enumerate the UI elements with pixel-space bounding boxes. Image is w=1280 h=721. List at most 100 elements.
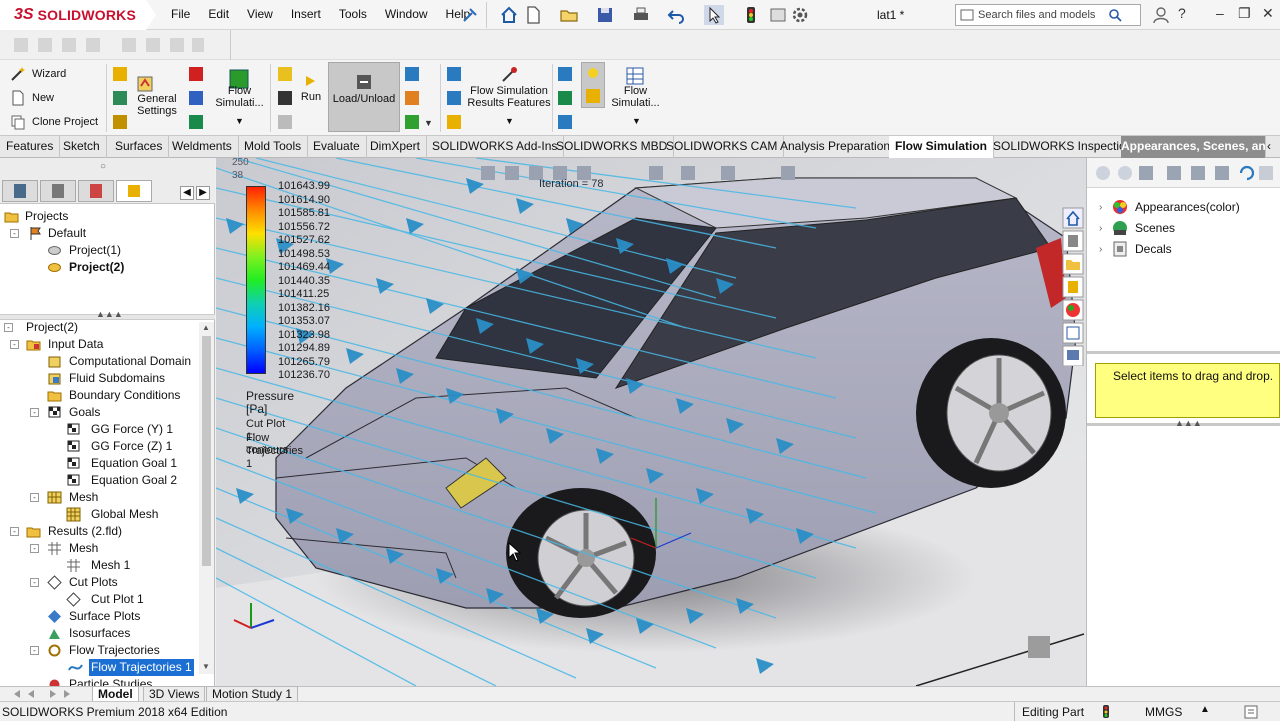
tab-weldments[interactable]: Weldments <box>166 136 239 158</box>
search-box[interactable]: Search files and models <box>955 4 1141 26</box>
menu-file[interactable]: File <box>162 7 199 21</box>
expand-chevron-icon[interactable]: › <box>1099 202 1111 213</box>
clone-project-button[interactable]: Clone Project <box>10 114 98 130</box>
load-unload-button[interactable]: Load/Unload <box>328 62 400 132</box>
dropdown-chevron-icon[interactable]: ▼ <box>235 116 244 126</box>
new-project-button[interactable]: New <box>10 90 54 106</box>
tree-results-mesh[interactable]: - Mesh <box>0 540 198 557</box>
results-tools-icon[interactable]: ▼ <box>404 66 438 132</box>
rebuild-status-icon[interactable] <box>1100 704 1112 719</box>
graphics-viewport[interactable]: 250 38 101643.99 101614.90 101585.81 101556… <box>216 158 1086 686</box>
table-icon[interactable] <box>625 66 645 86</box>
drag-drop-area[interactable]: Select items to drag and drop. <box>1095 363 1280 418</box>
solve-tools-icon[interactable] <box>277 66 293 132</box>
traffic-light-icon[interactable] <box>741 5 761 25</box>
tree-scenes[interactable]: › Scenes <box>1099 219 1175 237</box>
collapse-toggle-icon[interactable]: - <box>4 323 13 332</box>
tree-particle-studies[interactable]: Particle Studies <box>0 676 198 686</box>
collapse-toggle-icon[interactable]: - <box>10 340 19 349</box>
tab-model[interactable]: Model <box>92 686 139 702</box>
tree-decals[interactable]: › Decals <box>1099 240 1172 258</box>
tree-results[interactable]: - Results (2.fld) <box>0 523 198 540</box>
tree-goal-3[interactable]: Equation Goal 1 <box>0 455 198 472</box>
panel-expand-icon[interactable]: ○ <box>100 161 106 172</box>
tree-flow-trajectories-1[interactable]: Flow Trajectories 1 <box>0 659 198 676</box>
tree-computational-domain[interactable]: Computational Domain <box>0 353 198 370</box>
user-icon[interactable] <box>1151 5 1171 25</box>
tab-evaluate[interactable]: Evaluate <box>307 136 367 158</box>
collapse-toggle-icon[interactable]: - <box>10 229 19 238</box>
pane-splitter-lower[interactable]: ▲▲▲ <box>1087 418 1280 428</box>
tree-input-data[interactable]: - Input Data <box>0 336 198 353</box>
expand-chevron-icon[interactable]: › <box>1099 223 1111 234</box>
tree-project2-root[interactable]: - Project(2) <box>0 319 198 336</box>
tab-sketch[interactable]: Sketch <box>57 136 107 158</box>
tree-appearances[interactable]: › Appearances(color) <box>1099 198 1240 216</box>
featuremanager-tab[interactable] <box>2 180 38 202</box>
new-document-icon[interactable] <box>523 5 543 25</box>
collapse-toggle-icon[interactable]: - <box>30 544 39 553</box>
wizard-button[interactable]: Wizard <box>10 66 66 82</box>
tree-boundary-conditions[interactable]: Boundary Conditions <box>0 387 198 404</box>
rotate-handle-icon[interactable] <box>1028 636 1050 658</box>
collapse-toggle-icon[interactable]: - <box>30 646 39 655</box>
tree-project1[interactable]: Project(1) <box>0 242 200 259</box>
tab-mold-tools[interactable]: Mold Tools <box>238 136 309 158</box>
run-play-icon[interactable] <box>303 74 317 88</box>
tree-goals[interactable]: - Goals <box>0 404 198 421</box>
collapse-toggle-icon[interactable]: - <box>30 578 39 587</box>
tree-cut-plot-1[interactable]: Cut Plot 1 <box>0 591 198 608</box>
menu-tools[interactable]: Tools <box>330 7 376 21</box>
tab-dimxpert[interactable]: DimXpert <box>364 136 428 158</box>
scrollbar-thumb[interactable] <box>202 336 211 566</box>
minimize-icon[interactable]: – <box>1216 5 1224 21</box>
pane-splitter[interactable] <box>1087 351 1280 356</box>
save-icon[interactable] <box>595 5 615 25</box>
tree-flow-trajectories[interactable]: - Flow Trajectories <box>0 642 198 659</box>
propertymanager-tab[interactable] <box>40 180 76 202</box>
units-dropdown-icon[interactable]: ▲ <box>1200 704 1210 715</box>
appearance-toolbar-icon[interactable] <box>1095 164 1275 182</box>
display-tools-icon[interactable] <box>557 66 573 132</box>
tree-goal-1[interactable]: GG Force (Y) 1 <box>0 421 198 438</box>
close-icon[interactable]: ✕ <box>1262 5 1274 22</box>
tree-global-mesh[interactable]: Global Mesh <box>0 506 198 523</box>
tree-project2[interactable]: Project(2) <box>0 259 200 276</box>
help-icon[interactable]: ? <box>1178 5 1186 21</box>
results-feature-icon[interactable] <box>500 66 518 84</box>
collapse-toggle-icon[interactable]: - <box>30 493 39 502</box>
pin-icon[interactable] <box>460 5 480 25</box>
tree-goal-2[interactable]: GG Force (Z) 1 <box>0 438 198 455</box>
tab-solidworks-mbd[interactable]: SOLIDWORKS MBD <box>550 136 675 158</box>
print-icon[interactable] <box>631 5 651 25</box>
general-settings-button[interactable] <box>135 74 155 94</box>
options-gear-icon[interactable] <box>790 5 810 25</box>
tab-features[interactable]: Features <box>0 136 61 158</box>
restore-icon[interactable]: ❐ <box>1238 5 1251 22</box>
tabs-scroll-chevron-icon[interactable]: ‹ <box>1267 139 1271 153</box>
select-pointer-icon[interactable] <box>704 5 724 25</box>
tab-appearances-scenes[interactable]: Appearances, Scenes, and De... <box>1121 136 1266 158</box>
expand-chevron-icon[interactable]: › <box>1099 244 1111 255</box>
configuration-tab[interactable] <box>78 180 114 202</box>
tree-default[interactable]: - Default <box>0 225 200 242</box>
open-folder-icon[interactable] <box>559 5 579 25</box>
scroll-up-icon[interactable]: ▲ <box>202 323 210 332</box>
tree-cut-plots[interactable]: - Cut Plots <box>0 574 198 591</box>
tree-projects[interactable]: Projects <box>0 208 200 225</box>
panel-next-arrow-icon[interactable]: ▶ <box>196 186 210 200</box>
scroll-down-icon[interactable]: ▼ <box>202 662 210 671</box>
input-tools-icon[interactable] <box>188 66 204 132</box>
tab-analysis-preparation[interactable]: Analysis Preparation <box>774 136 898 158</box>
menu-view[interactable]: View <box>238 7 282 21</box>
toggle-display-button[interactable] <box>581 62 605 108</box>
quick-tips-icon[interactable] <box>1244 705 1258 719</box>
home-icon[interactable] <box>499 5 519 25</box>
flow-analysis-tab[interactable] <box>116 180 152 202</box>
undo-icon[interactable] <box>667 5 687 25</box>
tab-3d-views[interactable]: 3D Views <box>143 686 206 702</box>
tab-solidworks-inspection[interactable]: SOLIDWORKS Inspection <box>987 136 1140 158</box>
tab-solidworks-addins[interactable]: SOLIDWORKS Add-Ins <box>426 136 565 158</box>
units-selector[interactable]: MMGS <box>1145 705 1182 719</box>
panel-prev-arrow-icon[interactable]: ◀ <box>180 186 194 200</box>
